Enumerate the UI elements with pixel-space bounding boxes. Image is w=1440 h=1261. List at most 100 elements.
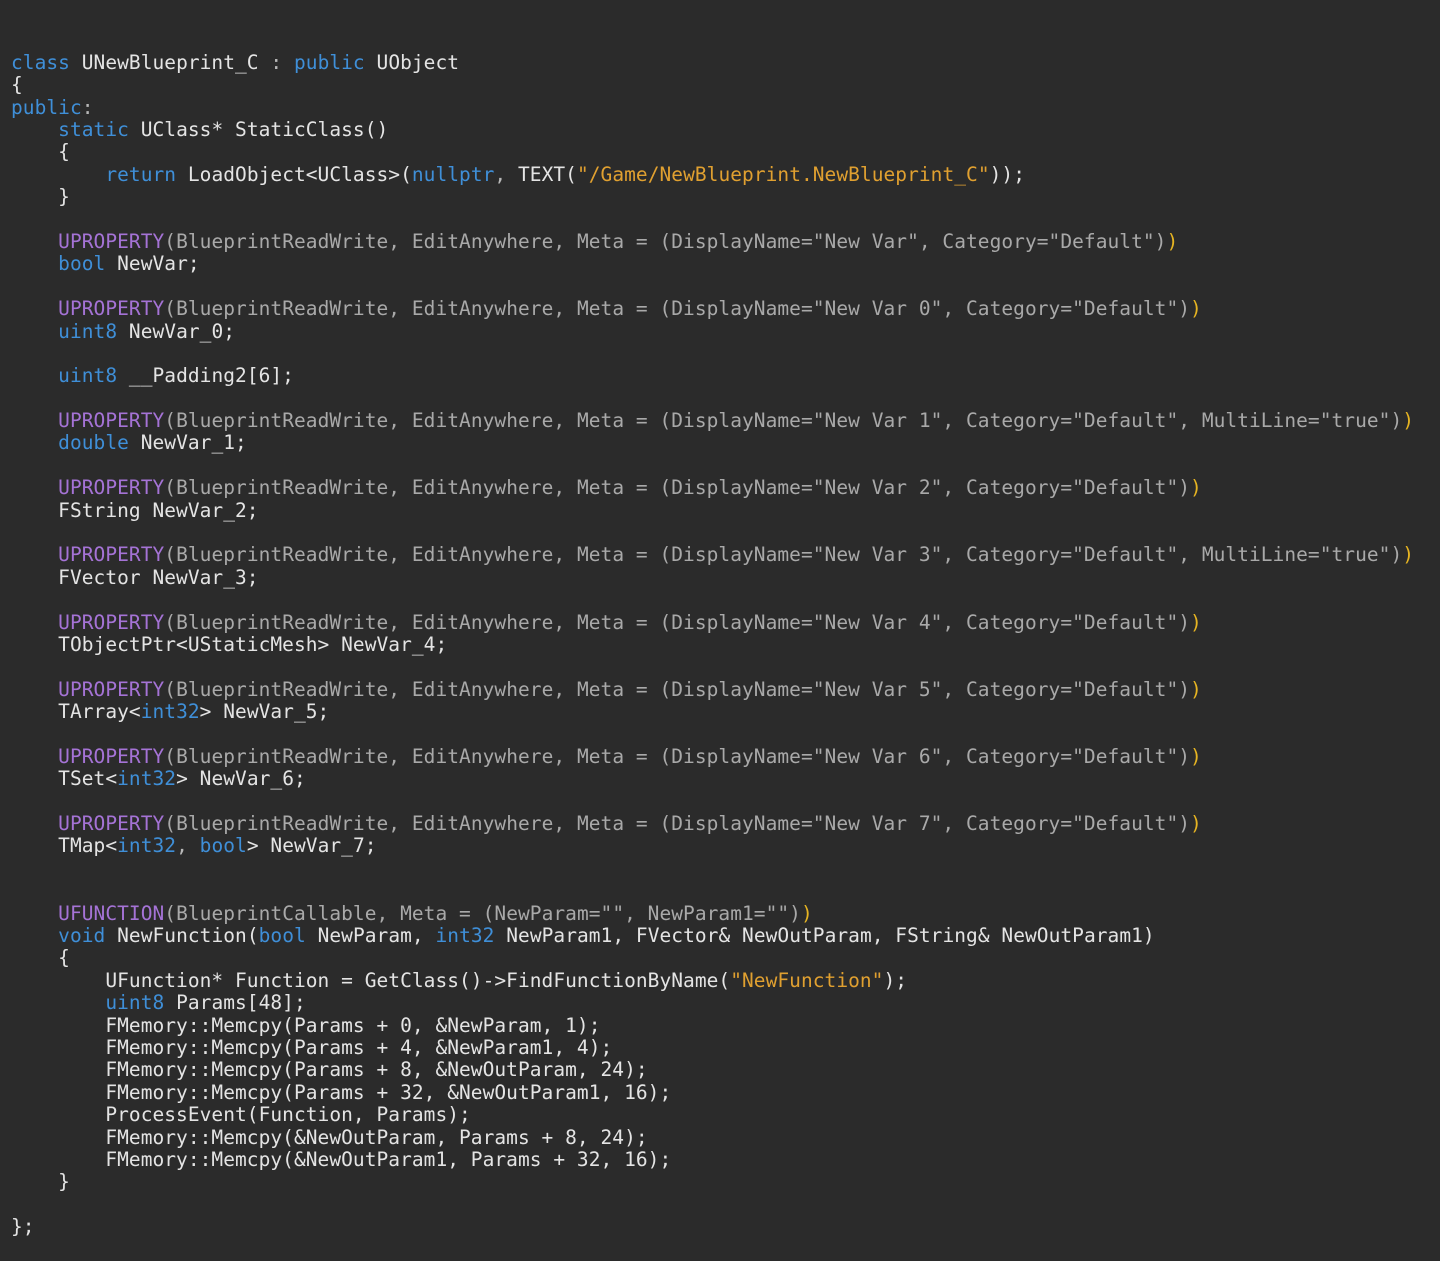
code-token: return <box>105 162 177 186</box>
code-token: FMemory::Memcpy(Params + 0, &NewParam, 1… <box>11 1013 601 1037</box>
code-token: FMemory::Memcpy(Params + 8, &NewOutParam… <box>11 1058 648 1082</box>
code-token: (BlueprintReadWrite, EditAnywhere, Meta … <box>164 297 1191 321</box>
code-line: TSet<int32> NewVar_6; <box>11 768 1440 790</box>
code-line: FString NewVar_2; <box>11 498 1440 522</box>
code-line: UPROPERTY(BlueprintReadWrite, EditAnywhe… <box>11 610 1440 634</box>
code-token: (BlueprintCallable, Meta = (NewParam="",… <box>164 901 801 925</box>
code-token: (BlueprintReadWrite, EditAnywhere, Meta … <box>164 229 1167 253</box>
code-token: ) <box>1190 744 1202 768</box>
code-token: UNewBlueprint_C <box>69 50 271 74</box>
code-line: FMemory::Memcpy(Params + 0, &NewParam, 1… <box>11 1013 1440 1037</box>
code-line: UPROPERTY(BlueprintReadWrite, EditAnywhe… <box>11 677 1440 701</box>
code-line: FVector NewVar_3; <box>11 566 1440 589</box>
code-token: (BlueprintReadWrite, EditAnywhere, Meta … <box>164 409 1403 433</box>
code-line: FMemory::Memcpy(Params + 4, &NewParam1, … <box>11 1036 1440 1059</box>
code-line: ​ <box>11 724 1440 746</box>
code-line: ​ <box>11 656 1440 678</box>
code-line: FMemory::Memcpy(&NewOutParam, Params + 8… <box>11 1125 1440 1149</box>
code-token: int32 <box>117 767 177 791</box>
code-token: int32 <box>435 924 495 948</box>
code-line: uint8 Params[48]; <box>11 992 1440 1014</box>
code-token: TMap< <box>11 834 118 858</box>
code-token: UPROPERTY <box>58 744 165 768</box>
code-token: NewParam1, FVector& NewOutParam, FString… <box>494 924 1155 948</box>
code-token: { <box>11 140 70 164</box>
code-token: )); <box>989 162 1025 186</box>
code-token: nullptr <box>411 162 495 186</box>
code-token: (BlueprintReadWrite, EditAnywhere, Meta … <box>164 677 1191 701</box>
code-token: TObjectPtr<UStaticMesh> NewVar_4; <box>11 632 448 656</box>
code-token: FMemory::Memcpy(Params + 4, &NewParam1, … <box>11 1036 613 1059</box>
code-token: ) <box>1190 610 1202 634</box>
code-line: double NewVar_1; <box>11 432 1440 454</box>
code-token: (BlueprintReadWrite, EditAnywhere, Meta … <box>164 543 1403 567</box>
code-line: TObjectPtr<UStaticMesh> NewVar_4; <box>11 632 1440 656</box>
code-token: ) <box>1190 812 1202 836</box>
code-line: UPROPERTY(BlueprintReadWrite, EditAnywhe… <box>11 812 1440 836</box>
code-token: FMemory::Memcpy(&NewOutParam, Params + 8… <box>11 1125 648 1149</box>
code-token: , <box>494 162 507 186</box>
code-line: ​ <box>11 209 1440 231</box>
code-token: NewVar_0; <box>117 319 236 343</box>
code-token: FString NewVar_2; <box>11 498 259 522</box>
code-token: UPROPERTY <box>58 409 165 433</box>
code-token: int32 <box>140 700 200 724</box>
code-token: > NewVar_5; <box>199 700 330 724</box>
code-line: FMemory::Memcpy(Params + 8, &NewOutParam… <box>11 1059 1440 1081</box>
code-token: FMemory::Memcpy(Params + 32, &NewOutPara… <box>11 1080 672 1104</box>
code-token: ) <box>1190 476 1202 500</box>
code-token: uint8 <box>58 319 118 343</box>
code-line: ​ <box>11 858 1440 880</box>
code-line: public: <box>11 96 1440 119</box>
code-line: UFunction* Function = GetClass()->FindFu… <box>11 968 1440 992</box>
code-token: , <box>176 834 188 858</box>
code-token: LoadObject<UClass>( <box>176 162 412 186</box>
code-token: ) <box>1190 297 1202 321</box>
code-lines: class UNewBlueprint_C : public UObject{p… <box>11 50 1440 1239</box>
code-token: ) <box>1402 543 1415 567</box>
code-token: > NewVar_7; <box>246 834 377 858</box>
code-token: UPROPERTY <box>58 677 165 701</box>
code-token: (BlueprintReadWrite, EditAnywhere, Meta … <box>164 610 1191 634</box>
code-line: TMap<int32, bool> NewVar_7; <box>11 835 1440 857</box>
code-token: } <box>11 1170 70 1194</box>
code-token: (BlueprintReadWrite, EditAnywhere, Meta … <box>164 812 1191 836</box>
code-token: UPROPERTY <box>58 812 165 836</box>
code-token: bool <box>258 924 306 948</box>
code-token: NewVar_1; <box>128 431 247 455</box>
code-token: ) <box>1402 409 1415 433</box>
code-line: ​ <box>11 343 1440 365</box>
code-editor[interactable]: class UNewBlueprint_C : public UObject{p… <box>0 0 1440 1238</box>
code-token: (BlueprintReadWrite, EditAnywhere, Meta … <box>164 476 1191 500</box>
code-line: TArray<int32> NewVar_5; <box>11 700 1440 724</box>
code-line: } <box>11 185 1440 208</box>
code-line: ProcessEvent(Function, Params); <box>11 1103 1440 1127</box>
code-token: UFUNCTION <box>58 901 165 925</box>
code-token: public <box>293 50 365 74</box>
code-line: UFUNCTION(BlueprintCallable, Meta = (New… <box>11 901 1440 925</box>
code-token: (BlueprintReadWrite, EditAnywhere, Meta … <box>164 744 1191 768</box>
code-token: ProcessEvent(Function, Params); <box>11 1103 471 1127</box>
code-token: bool <box>199 834 247 858</box>
code-token: ); <box>883 968 908 992</box>
code-line: { <box>11 74 1440 96</box>
code-line: UPROPERTY(BlueprintReadWrite, EditAnywhe… <box>11 744 1440 768</box>
code-line: bool NewVar; <box>11 253 1440 275</box>
code-line: UPROPERTY(BlueprintReadWrite, EditAnywhe… <box>11 544 1440 566</box>
code-token: "NewFunction" <box>730 968 884 992</box>
code-line: uint8 __Padding2[6]; <box>11 365 1440 387</box>
